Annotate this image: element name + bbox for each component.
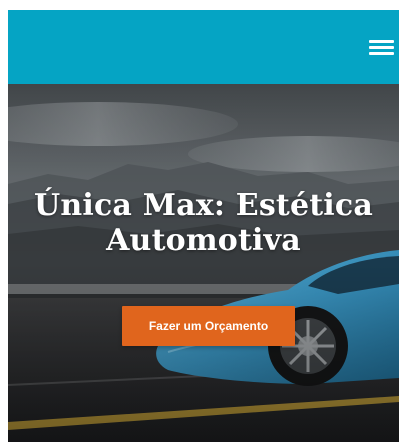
top-navigation-bar <box>8 10 399 84</box>
hero-section: Única Max: Estética Automotiva Fazer um … <box>8 84 399 442</box>
menu-line <box>369 52 394 55</box>
page: Única Max: Estética Automotiva Fazer um … <box>8 10 399 442</box>
hero-title: Única Max: Estética Automotiva <box>8 188 399 258</box>
hero-background-image <box>8 84 399 442</box>
hero-title-line-1: Única Max: Estética <box>33 188 374 223</box>
request-quote-button[interactable]: Fazer um Orçamento <box>122 306 295 346</box>
hero-title-line-2: Automotiva <box>106 223 301 258</box>
menu-line <box>369 40 394 43</box>
hamburger-menu-icon[interactable] <box>369 35 395 57</box>
menu-line <box>369 46 394 49</box>
